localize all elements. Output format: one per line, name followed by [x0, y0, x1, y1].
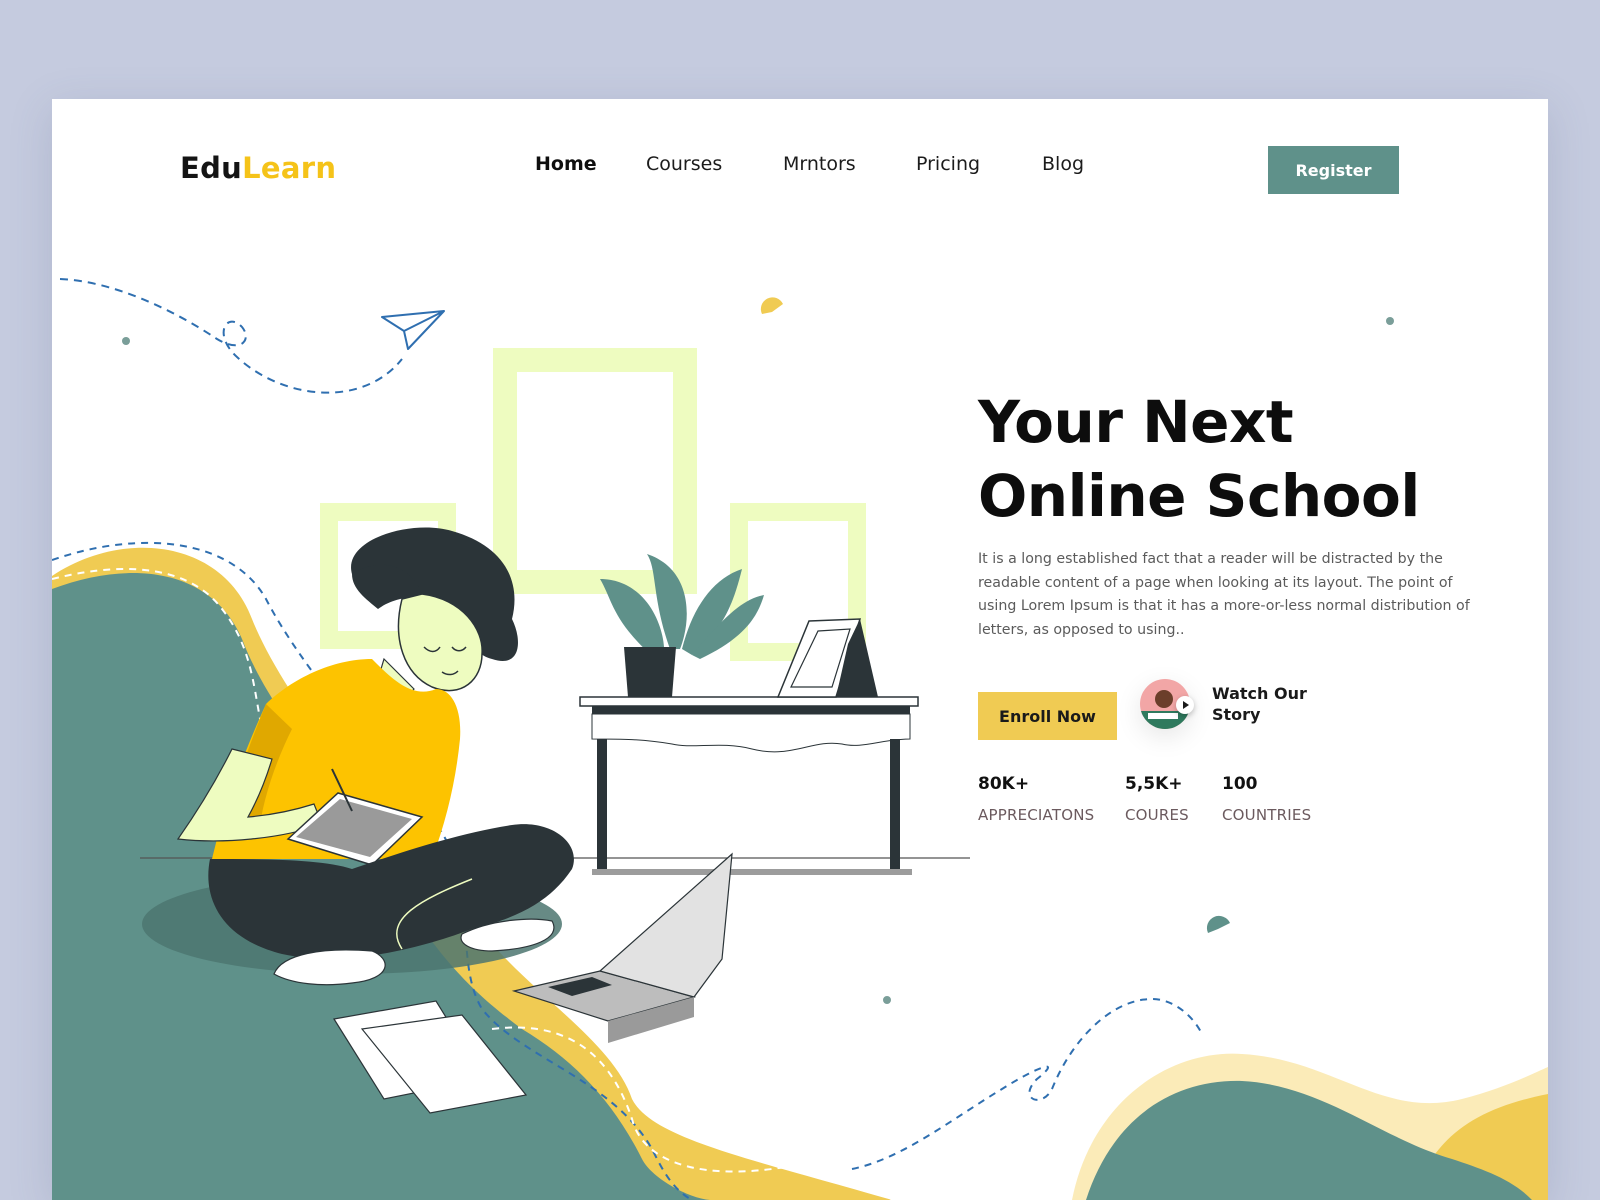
accent-leaf	[760, 297, 783, 314]
watch-story-label: Watch Our Story	[1212, 684, 1307, 724]
accent-leaf	[1206, 915, 1230, 933]
brand-logo[interactable]: EduLearn	[180, 151, 336, 185]
hero-description: It is a long established fact that a rea…	[978, 551, 1470, 638]
stat-label: COUNTRIES	[1222, 806, 1312, 824]
desk-skirt	[591, 713, 911, 753]
landing-page-frame: EduLearn Home Courses Mrntors Pricing Bl…	[52, 99, 1548, 1200]
wall-frame-large	[493, 348, 697, 594]
nav-item-pricing[interactable]: Pricing	[916, 153, 980, 175]
nav-item-courses[interactable]: Courses	[646, 153, 722, 175]
stat-value: 5,5K+	[1125, 774, 1183, 794]
play-icon	[1176, 696, 1194, 714]
paper-plane-icon	[381, 310, 445, 350]
stat-label: APPRECIATONS	[978, 806, 1095, 824]
register-button[interactable]: Register	[1268, 146, 1399, 194]
stat-value: 80K+	[978, 774, 1030, 794]
accent-dot	[122, 337, 130, 345]
stat-appreciations: 80K+ APPRECIATONS	[978, 774, 1094, 824]
plant-pot	[624, 647, 676, 697]
stat-value: 100	[1222, 774, 1258, 794]
enroll-now-button[interactable]: Enroll Now	[978, 692, 1117, 740]
flight-path	[59, 278, 403, 394]
hero-title-line1: Your Next	[978, 388, 1294, 456]
brand-logo-part1: Edu	[180, 151, 243, 185]
desk-shadow	[592, 869, 912, 875]
accent-dot	[1386, 317, 1394, 325]
nav-item-home[interactable]: Home	[535, 153, 597, 175]
desk-edge	[592, 706, 910, 714]
desk-top	[579, 696, 919, 707]
brand-logo-part2: Learn	[242, 151, 337, 185]
hero-illustration	[52, 278, 1548, 1200]
nav-item-blog[interactable]: Blog	[1042, 153, 1084, 175]
stat-courses: 5,5K+ COURES	[1125, 774, 1189, 824]
laptop-screen	[598, 852, 733, 998]
watch-story-button[interactable]: Watch Our Story	[1140, 679, 1360, 753]
stat-label: COURES	[1125, 806, 1189, 824]
stat-countries: 100 COUNTRIES	[1222, 774, 1311, 824]
accent-dot	[883, 996, 891, 1004]
hero-title: Your Next Online School	[978, 385, 1498, 533]
nav-item-mentors[interactable]: Mrntors	[783, 153, 856, 175]
hero-title-line2: Online School	[978, 462, 1420, 530]
desk-leg-right	[890, 739, 900, 869]
desk-leg-left	[597, 739, 607, 869]
